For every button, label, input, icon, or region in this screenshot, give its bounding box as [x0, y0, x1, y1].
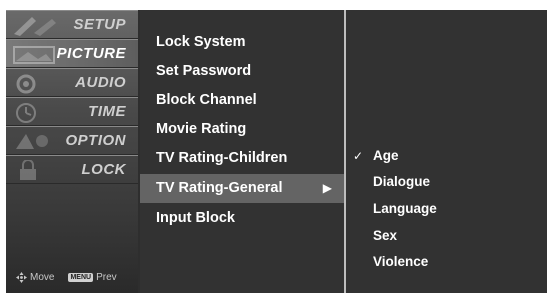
tv-osd-screen: SETUP PICTURE AUDIO TIME OPTION LOCK Mov…	[6, 10, 547, 293]
checkmark-icon: ✓	[353, 149, 364, 163]
move-label: Move	[30, 272, 55, 283]
prev-label: Prev	[96, 272, 117, 283]
side-tab-label: PICTURE	[56, 45, 126, 62]
menu-item-label: TV Rating-General	[156, 180, 283, 196]
audio-icon	[16, 74, 36, 94]
setup-icon	[14, 17, 56, 36]
menu-item-tv-rating-children[interactable]: TV Rating-Children	[140, 144, 344, 173]
menu-item-movie-rating[interactable]: Movie Rating	[140, 115, 344, 144]
submenu-item-age[interactable]: ✓ Age	[346, 142, 546, 170]
side-tab-lock[interactable]: LOCK	[6, 155, 138, 184]
menu-item-tv-rating-general[interactable]: TV Rating-General ▶	[140, 174, 344, 203]
menu-item-label: Input Block	[156, 210, 235, 226]
picture-icon	[13, 46, 55, 64]
menu-item-label: Block Channel	[156, 92, 257, 108]
menu-item-lock-system[interactable]: Lock System	[140, 28, 344, 57]
clock-icon	[16, 103, 36, 123]
lock-menu: Lock System Set Password Block Channel M…	[140, 10, 344, 293]
menu-item-label: TV Rating-Children	[156, 150, 288, 166]
submenu-item-label: Age	[373, 148, 399, 163]
side-tab-setup[interactable]: SETUP	[6, 10, 138, 39]
side-tab-label: AUDIO	[75, 74, 126, 91]
menu-item-block-channel[interactable]: Block Channel	[140, 86, 344, 115]
side-tab-label: TIME	[88, 103, 126, 120]
option-icon	[16, 134, 48, 149]
side-tab-option[interactable]: OPTION	[6, 126, 138, 155]
submenu-item-dialogue[interactable]: Dialogue	[346, 168, 546, 196]
lock-icon	[20, 160, 36, 180]
side-menu: SETUP PICTURE AUDIO TIME OPTION LOCK Mov…	[6, 10, 138, 293]
nav-hint: Move MENU Prev	[16, 272, 117, 283]
menu-item-label: Set Password	[156, 63, 252, 79]
side-tab-time[interactable]: TIME	[6, 97, 138, 126]
side-tab-label: LOCK	[81, 161, 126, 178]
menu-item-label: Movie Rating	[156, 121, 247, 137]
submenu-item-language[interactable]: Language	[346, 195, 546, 223]
side-tab-label: SETUP	[73, 16, 126, 33]
submenu-item-label: Language	[373, 201, 437, 216]
menu-item-set-password[interactable]: Set Password	[140, 57, 344, 86]
side-tab-picture[interactable]: PICTURE	[6, 39, 138, 68]
submenu-item-sex[interactable]: Sex	[346, 222, 546, 250]
side-tab-label: OPTION	[65, 132, 126, 149]
submenu-arrow-icon: ▶	[322, 181, 332, 195]
menu-item-input-block[interactable]: Input Block	[140, 204, 344, 233]
menu-item-label: Lock System	[156, 34, 246, 50]
submenu-item-label: Dialogue	[373, 174, 431, 189]
tv-rating-general-submenu: ✓ Age Dialogue Language Sex Violence	[346, 10, 547, 293]
submenu-item-label: Violence	[373, 254, 429, 269]
side-tab-audio[interactable]: AUDIO	[6, 68, 138, 97]
move-icon	[16, 272, 27, 283]
submenu-item-label: Sex	[373, 228, 398, 243]
menu-key-icon: MENU	[68, 273, 94, 282]
submenu-item-violence[interactable]: Violence	[346, 248, 546, 276]
